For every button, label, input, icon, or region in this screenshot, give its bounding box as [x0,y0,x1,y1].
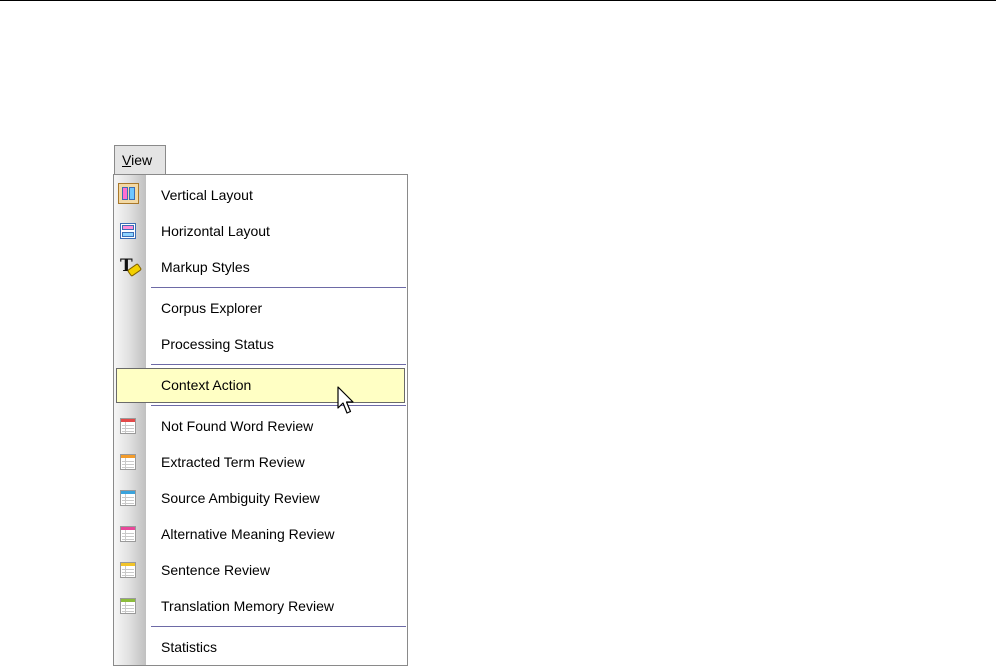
menu-separator [151,626,406,627]
menu-item-label: Source Ambiguity Review [161,490,320,506]
view-menu-dropdown: Vertical Layout Horizontal Layout T Mark… [113,174,408,666]
menu-separator [151,405,406,406]
menu-item-label: Sentence Review [161,562,270,578]
menu-item-label: Vertical Layout [161,187,253,203]
menu-item-label: Statistics [161,639,218,655]
menu-item-context-action[interactable]: Context Action [114,367,407,403]
menu-item-markup-styles[interactable]: T Markup Styles [114,249,407,285]
menu-item-label: Processing Status [161,336,274,352]
menu-item-extracted-term-review[interactable]: Extracted Term Review [114,444,407,480]
menu-separator [151,287,406,288]
menu-item-label: Corpus Explorer [161,300,263,316]
vertical-layout-icon [118,183,139,204]
menu-item-label: Not Found Word Review [161,418,314,434]
menu-item-translation-memory-review[interactable]: Translation Memory Review [114,588,407,624]
menu-item-alternative-meaning-review[interactable]: Alternative Meaning Review [114,516,407,552]
menu-item-label: Markup Styles [161,259,250,275]
menu-item-label: Translation Memory Review [161,598,334,614]
menu-item-processing-status[interactable]: Processing Status [114,326,407,362]
view-menu-title[interactable]: View [114,145,166,175]
horizontal-layout-icon [120,223,136,239]
review-grid-icon [120,562,136,578]
review-grid-icon [120,526,136,542]
review-grid-icon [120,598,136,614]
menu-item-not-found-word-review[interactable]: Not Found Word Review [114,408,407,444]
menu-item-label: Horizontal Layout [161,223,270,239]
markup-styles-icon: T [120,256,143,278]
menu-item-corpus-explorer[interactable]: Corpus Explorer [114,290,407,326]
menu-separator [151,364,406,365]
menu-item-statistics[interactable]: Statistics [114,629,407,665]
top-rule [0,0,996,1]
review-grid-icon [120,490,136,506]
review-grid-icon [120,454,136,470]
view-menu-mnemonic: V [122,152,132,168]
review-grid-icon [120,418,136,434]
menu-item-horizontal-layout[interactable]: Horizontal Layout [114,213,407,249]
menu-item-vertical-layout[interactable]: Vertical Layout [114,177,407,213]
view-menu-title-rest: iew [131,152,153,168]
menu-item-source-ambiguity-review[interactable]: Source Ambiguity Review [114,480,407,516]
menu-item-label: Extracted Term Review [161,454,305,470]
mouse-cursor-icon [337,386,354,414]
menu-item-label: Alternative Meaning Review [161,526,335,542]
menu-item-sentence-review[interactable]: Sentence Review [114,552,407,588]
menu-item-label: Context Action [161,377,252,393]
